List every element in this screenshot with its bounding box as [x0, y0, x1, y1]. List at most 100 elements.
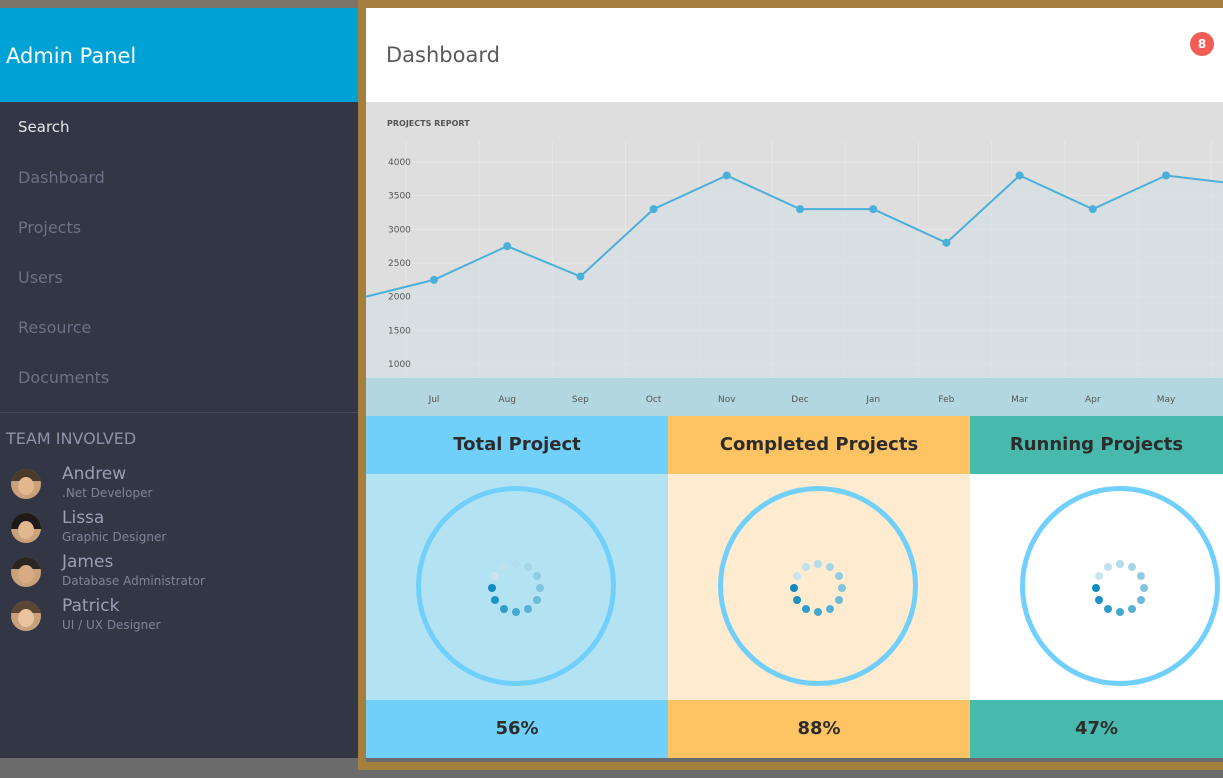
chart-title: PROJECTS REPORT [387, 119, 470, 128]
team-member-andrew[interactable]: Andrew .Net Developer [0, 464, 362, 508]
chart-point-dec[interactable] [796, 205, 804, 214]
team-member-name: Patrick [62, 596, 120, 616]
sidebar-divider [0, 412, 362, 413]
spinner-dot [826, 604, 834, 613]
chart-x-tick-label: Jul [428, 395, 440, 405]
chart-y-tick-label: 1500 [388, 326, 411, 336]
spinner-dot [512, 608, 520, 616]
stat-card-value: 47% [970, 700, 1223, 758]
loading-spinner-icon [970, 474, 1223, 700]
chart-y-tick-label: 2500 [388, 259, 411, 269]
chart-x-tick-label: Mar [1011, 395, 1028, 405]
chart-y-tick-label: 3500 [388, 192, 411, 202]
chart-x-tick-label: Dec [791, 395, 808, 405]
team-member-role: Graphic Designer [62, 530, 167, 544]
spinner-dot [512, 560, 520, 568]
spinner-dot [1136, 596, 1145, 604]
chart-x-tick-label: Nov [718, 395, 736, 405]
chart-point-jul[interactable] [430, 275, 438, 284]
chart-point-nov[interactable] [722, 171, 731, 180]
team-member-name: Lissa [62, 508, 105, 528]
chart-x-tick-label: Jan [865, 395, 880, 405]
top-bar: Dashboard 8 [366, 8, 1223, 102]
spinner-dot [1116, 608, 1124, 616]
stats-cards: Total Project 56% Completed Projects 88%… [366, 416, 1223, 758]
chart-x-tick-label: Aug [498, 395, 516, 405]
chart-x-tick-label: May [1157, 395, 1176, 405]
spinner-dot [491, 572, 500, 580]
main-content: Dashboard 8 Jul Aug Sep Oct Nov Dec Jan Feb Mar A… [366, 8, 1223, 758]
chart-x-tick-label: Apr [1085, 395, 1101, 405]
avatar [11, 557, 41, 587]
loading-spinner-icon [668, 474, 970, 700]
spinner-dot [838, 584, 846, 592]
chart-point-sep[interactable] [576, 272, 585, 281]
team-member-james[interactable]: James Database Administrator [0, 552, 362, 596]
spinner-dot [532, 596, 541, 604]
spinner-dot [826, 563, 834, 572]
stat-card-title: Running Projects [970, 416, 1223, 474]
chart-y-tick-label: 4000 [388, 158, 411, 168]
spinner-dot [1136, 572, 1145, 580]
spinner-dot [1140, 584, 1148, 592]
team-member-lissa[interactable]: Lissa Graphic Designer [0, 508, 362, 552]
stat-card-title: Completed Projects [668, 416, 970, 474]
spinner-dot [488, 584, 496, 592]
spinner-dot [834, 572, 843, 580]
team-member-role: UI / UX Designer [62, 618, 161, 632]
spinner-dot [1104, 563, 1112, 572]
stat-card-total: Total Project 56% [366, 416, 668, 758]
sidebar-item-projects[interactable]: Projects [0, 218, 362, 268]
sidebar-item-documents[interactable]: Documents [0, 368, 362, 418]
chart-point-aug[interactable] [503, 242, 512, 251]
stat-card-body [366, 474, 668, 700]
spinner-dot [536, 584, 544, 592]
stat-card-body [668, 474, 970, 700]
chart-point-apr[interactable] [1088, 205, 1097, 214]
spinner-dot [500, 563, 508, 572]
chart-x-tick-label: Sep [572, 395, 589, 405]
chart-svg: Jul Aug Sep Oct Nov Dec Jan Feb Mar Apr May 4000 35… [366, 102, 1223, 416]
spinner-dot [802, 563, 810, 572]
chart-point-jan[interactable] [869, 205, 878, 214]
sidebar-item-dashboard[interactable]: Dashboard [0, 168, 362, 218]
spinner-dot [491, 596, 500, 604]
spinner-dot [814, 608, 822, 616]
spinner-dot [524, 563, 532, 572]
spinner-dot [834, 596, 843, 604]
stat-card-completed: Completed Projects 88% [668, 416, 970, 758]
chart-point-mar[interactable] [1015, 171, 1024, 180]
stat-card-value: 88% [668, 700, 970, 758]
sidebar-item-resource[interactable]: Resource [0, 318, 362, 368]
notification-badge[interactable]: 8 [1190, 32, 1214, 56]
spinner-dot [802, 604, 810, 613]
team-member-role: Database Administrator [62, 574, 205, 588]
spinner-dot [1104, 604, 1112, 613]
search-link[interactable]: Search [0, 118, 70, 136]
spinner-dot [524, 604, 532, 613]
spinner-dot [1095, 596, 1104, 604]
chart-point-feb[interactable] [942, 238, 951, 247]
team-member-role: .Net Developer [62, 486, 153, 500]
team-member-name: Andrew [62, 464, 127, 484]
brand-title[interactable]: Admin Panel [0, 8, 362, 102]
avatar [11, 513, 41, 543]
spinner-dot [1128, 604, 1136, 613]
stat-card-body [970, 474, 1223, 700]
team-title: TEAM INVOLVED [6, 429, 137, 448]
chart-x-tick-label: Feb [938, 395, 954, 405]
avatar [11, 601, 41, 631]
chart-point-oct[interactable] [649, 205, 658, 214]
spinner-dot [500, 604, 508, 613]
chart-point-may[interactable] [1162, 171, 1170, 180]
spinner-dot [790, 584, 798, 592]
chart-y-tick-label: 1000 [388, 360, 411, 370]
spinner-dot [1092, 584, 1100, 592]
sidebar-item-users[interactable]: Users [0, 268, 362, 318]
stat-card-value: 56% [366, 700, 668, 758]
chart-y-tick-label: 2000 [388, 293, 411, 303]
team-member-patrick[interactable]: Patrick UI / UX Designer [0, 596, 362, 640]
stat-card-title: Total Project [366, 416, 668, 474]
avatar [11, 469, 41, 499]
spinner-dot [1116, 560, 1124, 568]
